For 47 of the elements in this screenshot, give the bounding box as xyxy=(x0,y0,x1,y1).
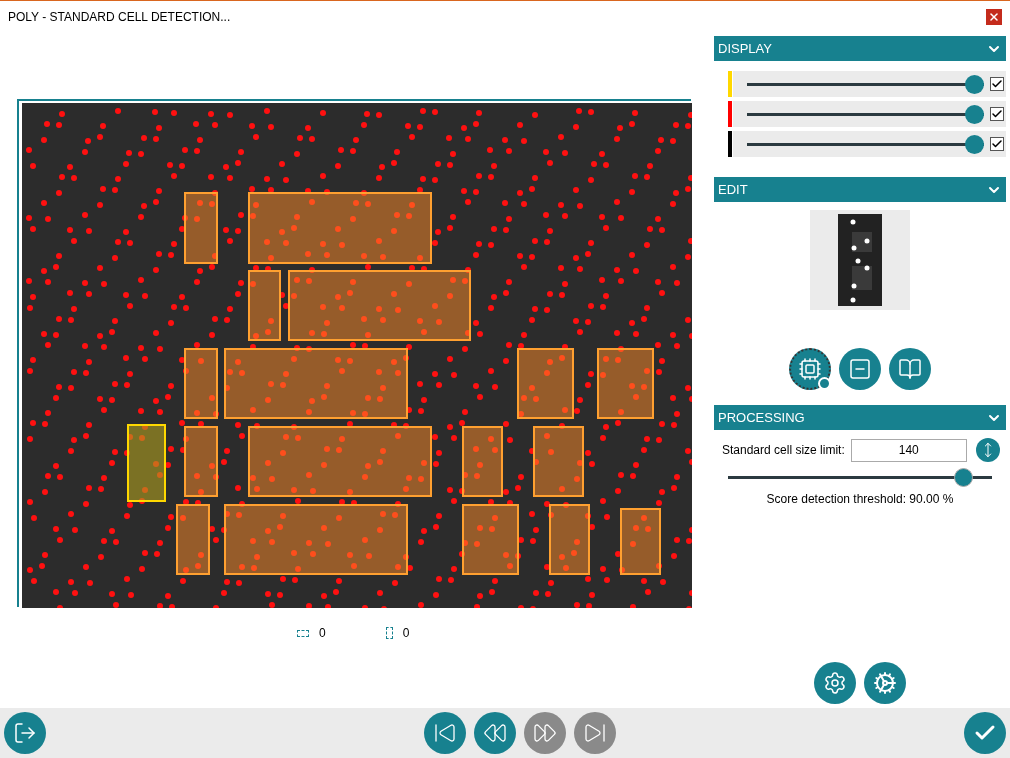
section-header[interactable]: EDIT xyxy=(714,177,1006,202)
chip-icon xyxy=(798,357,822,381)
size-limit-field[interactable]: 140 xyxy=(850,438,967,462)
settings-button[interactable] xyxy=(814,662,856,704)
skip-forward-icon xyxy=(583,721,607,745)
book-icon xyxy=(898,357,922,381)
section-title: DISPLAY xyxy=(718,39,772,58)
window-icon xyxy=(848,357,872,381)
opacity-slider[interactable] xyxy=(747,74,984,94)
check-icon xyxy=(991,78,1003,90)
size-limit-label: Standard cell size limit: xyxy=(722,442,845,459)
slider-thumb[interactable] xyxy=(965,74,984,94)
visibility-checkbox[interactable] xyxy=(990,137,1004,151)
close-button[interactable] xyxy=(986,8,1002,25)
settings-icon xyxy=(823,671,847,695)
close-icon xyxy=(988,10,1000,23)
rewind-icon xyxy=(483,721,507,745)
threshold-slider[interactable] xyxy=(728,467,992,487)
fast-forward-icon xyxy=(533,721,557,745)
slider-thumb[interactable] xyxy=(953,467,973,487)
section-title: PROCESSING xyxy=(718,408,805,427)
horizontal-dotted-box-icon xyxy=(297,629,309,637)
window-title: POLY - STANDARD CELL DETECTION... xyxy=(8,8,231,26)
section-header[interactable]: PROCESSING xyxy=(714,405,1006,430)
opacity-slider[interactable] xyxy=(747,104,984,124)
exit-button[interactable] xyxy=(4,712,46,754)
check-icon xyxy=(991,138,1003,150)
navigation-button[interactable] xyxy=(474,712,516,754)
vertical-dotted-box-icon xyxy=(385,627,393,639)
count-value: 0 xyxy=(402,625,410,642)
exit-icon xyxy=(13,721,37,745)
count-value: 0 xyxy=(319,625,326,642)
adjust-button[interactable] xyxy=(975,438,1000,462)
check-icon xyxy=(991,108,1003,120)
threshold-label: Score detection threshold: 90.00 % xyxy=(765,491,955,508)
tool-button[interactable] xyxy=(789,348,831,390)
visibility-checkbox[interactable] xyxy=(990,77,1004,91)
confirm-button[interactable] xyxy=(964,712,1006,754)
section-header[interactable]: DISPLAY xyxy=(714,36,1006,61)
slider-thumb[interactable] xyxy=(965,134,984,154)
opacity-slider[interactable] xyxy=(747,134,984,154)
slider-thumb[interactable] xyxy=(965,104,984,124)
skip-back-icon xyxy=(433,721,457,745)
advanced-settings-button[interactable] xyxy=(864,662,906,704)
visibility-checkbox[interactable] xyxy=(990,107,1004,121)
navigation-button[interactable] xyxy=(424,712,466,754)
section-title: EDIT xyxy=(718,180,748,199)
